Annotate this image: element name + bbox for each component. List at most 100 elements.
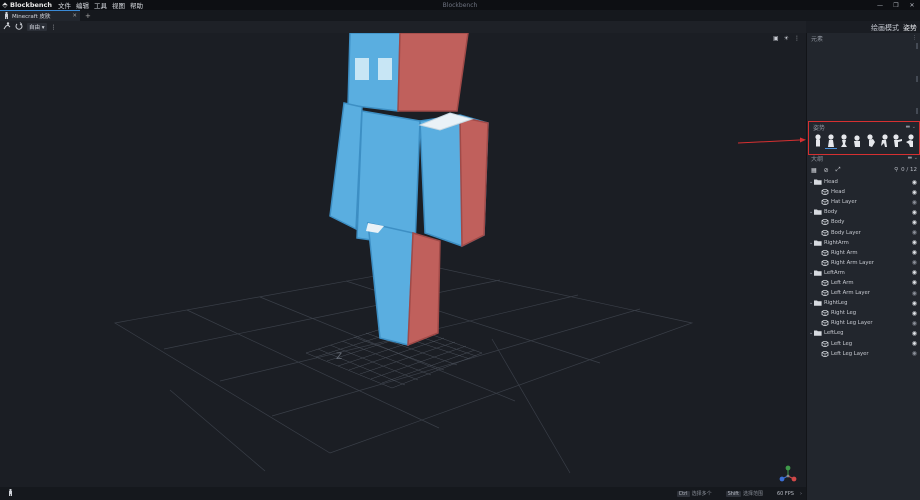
eye-icon[interactable]: ◉	[912, 269, 917, 276]
pose-panel: 姿势 ▬ ⌄	[808, 121, 920, 155]
menu-edit[interactable]: 编辑	[76, 0, 89, 10]
outliner-cube[interactable]: Right Arm ◉	[807, 248, 920, 258]
hide-all-icon[interactable]: ⊘	[824, 167, 829, 174]
panel-collapse-icon[interactable]: ▬ ⌄	[907, 155, 918, 161]
eye-off-icon[interactable]: ◉	[912, 320, 917, 327]
eye-icon[interactable]: ◉	[912, 310, 917, 317]
folder-icon	[814, 209, 822, 216]
cube-name: Left Leg Layer	[831, 350, 869, 357]
outliner-cube[interactable]: Left Leg ◉	[807, 339, 920, 349]
group-name: LeftArm	[824, 269, 845, 276]
cube-name: Left Arm	[831, 279, 854, 286]
outliner-cube[interactable]: Head ◉	[807, 187, 920, 197]
pose-preset-swimming[interactable]	[904, 133, 916, 149]
outliner-group[interactable]: ⌄ RightLeg ◉	[807, 298, 920, 308]
maximize-button[interactable]: ❐	[888, 0, 904, 10]
app-name: Blockbench	[10, 1, 52, 9]
eye-off-icon[interactable]: ◉	[912, 229, 917, 236]
eye-icon[interactable]: ◉	[912, 340, 917, 347]
3d-viewport[interactable]: Z ▣ ☀ ⋮	[0, 33, 806, 487]
group-name: Head	[824, 179, 838, 186]
view-mode-select[interactable]: 自由 ▾	[27, 23, 47, 31]
outliner-group[interactable]: ⌄ LeftLeg ◉	[807, 328, 920, 338]
eye-off-icon[interactable]: ◉	[912, 290, 917, 297]
pose-tool-icon[interactable]	[3, 22, 11, 32]
menu-tools[interactable]: 工具	[94, 0, 107, 10]
minimize-button[interactable]: —	[872, 0, 888, 10]
image-icon[interactable]: ▣	[773, 35, 779, 42]
menu-view[interactable]: 视图	[112, 0, 125, 10]
eye-off-icon[interactable]: ◉	[912, 199, 917, 206]
ctrl-key-badge: Ctrl	[676, 490, 690, 497]
chevron-right-icon[interactable]: ›	[800, 491, 802, 497]
search-icon[interactable]: ⚲	[894, 167, 898, 173]
outliner-cube[interactable]: Body Layer ◉	[807, 227, 920, 237]
eye-icon[interactable]: ◉	[912, 300, 917, 307]
axis-label: Z	[336, 352, 342, 362]
eye-icon[interactable]: ◉	[912, 330, 917, 337]
cube-name: Left Leg	[831, 340, 853, 347]
eye-icon[interactable]: ◉	[912, 219, 917, 226]
orientation-gizmo[interactable]	[778, 464, 798, 484]
eye-icon[interactable]: ◉	[912, 189, 917, 196]
eye-off-icon[interactable]: ◉	[912, 259, 917, 266]
pose-preset-running[interactable]	[878, 133, 890, 149]
panel-scrollbar[interactable]	[916, 43, 918, 117]
character-model[interactable]	[329, 33, 489, 347]
close-window-button[interactable]: ✕	[904, 0, 920, 10]
folder-icon	[814, 300, 822, 306]
outliner-cube[interactable]: Hat Layer ◉	[807, 197, 920, 207]
pose-panel-title: 姿势 ▬ ⌄	[809, 122, 919, 132]
group-name: LeftLeg	[824, 330, 844, 337]
outliner-cube[interactable]: Right Leg Layer ◉	[807, 318, 920, 328]
cube-icon	[821, 310, 829, 317]
menu-file[interactable]: 文件	[58, 0, 71, 10]
pose-preset-pointing[interactable]	[891, 133, 903, 149]
outliner-group[interactable]: ⌄ Body ◉	[807, 207, 920, 217]
toggle-panel-icon[interactable]: ▦	[811, 167, 817, 174]
more-options-icon[interactable]: ⋮	[51, 24, 57, 31]
eye-icon[interactable]: ◉	[912, 179, 917, 186]
cube-icon	[821, 189, 829, 196]
more-icon[interactable]: ⋮	[794, 35, 800, 42]
sun-icon[interactable]: ☀	[784, 35, 789, 42]
pose-title-text: 姿势	[813, 124, 826, 132]
close-tab-icon[interactable]: ✕	[72, 13, 77, 19]
menu-help[interactable]: 帮助	[130, 0, 143, 10]
expand-icon[interactable]: ⤢	[836, 166, 841, 174]
eye-icon[interactable]: ◉	[912, 239, 917, 246]
eye-icon[interactable]: ◉	[912, 209, 917, 216]
elements-title-text: 元素	[811, 35, 824, 43]
outliner-cube[interactable]: Left Leg Layer ◉	[807, 349, 920, 359]
pose-preset-walking[interactable]	[838, 133, 850, 149]
eye-icon[interactable]: ◉	[912, 249, 917, 256]
tab-minecraft-skin[interactable]: Minecraft 皮肤 ✕	[0, 10, 80, 21]
outliner-cube[interactable]: Body ◉	[807, 217, 920, 227]
mode-pose[interactable]: 姿势	[903, 23, 917, 33]
rotate-tool-icon[interactable]	[15, 22, 23, 32]
fps-counter: 60 FPS	[776, 490, 794, 497]
pose-preset-crouching[interactable]	[851, 133, 863, 149]
person-icon	[4, 11, 9, 21]
outliner-cube[interactable]: Right Leg ◉	[807, 308, 920, 318]
pose-preset-jumping[interactable]	[865, 133, 877, 149]
outliner-cube[interactable]: Left Arm Layer ◉	[807, 288, 920, 298]
pose-preset-default[interactable]	[812, 133, 824, 149]
pose-preset-natural[interactable]	[825, 133, 838, 149]
panel-menu-icon[interactable]: ⋮	[912, 35, 917, 41]
eye-icon[interactable]: ◉	[912, 279, 917, 286]
outliner-panel: 大纲 ▬ ⌄ ▦ ⊘ ⤢ ⚲ 0 / 12 ⌄ Head ◉ Head ◉ Hat Lay…	[807, 153, 920, 500]
right-sidebar: 元素 ⋮ 姿势 ▬ ⌄ 大纲 ▬ ⌄ ▦ ⊘ ⤢ ⚲ 0 / 12 ⌄ Head…	[806, 33, 920, 500]
viewport-scene: Z	[114, 33, 694, 474]
outliner-group[interactable]: ⌄ LeftArm ◉	[807, 268, 920, 278]
mode-paint[interactable]: 绘画模式	[871, 23, 899, 33]
cube-name: Right Leg Layer	[831, 320, 873, 327]
outliner-cube[interactable]: Left Arm ◉	[807, 278, 920, 288]
panel-collapse-icon[interactable]: ▬ ⌄	[905, 124, 916, 130]
outliner-group[interactable]: ⌄ Head ◉	[807, 177, 920, 187]
group-name: RightLeg	[824, 300, 848, 307]
outliner-group[interactable]: ⌄ RightArm ◉	[807, 238, 920, 248]
new-tab-button[interactable]: +	[85, 12, 91, 20]
outliner-cube[interactable]: Right Arm Layer ◉	[807, 258, 920, 268]
eye-off-icon[interactable]: ◉	[912, 350, 917, 357]
